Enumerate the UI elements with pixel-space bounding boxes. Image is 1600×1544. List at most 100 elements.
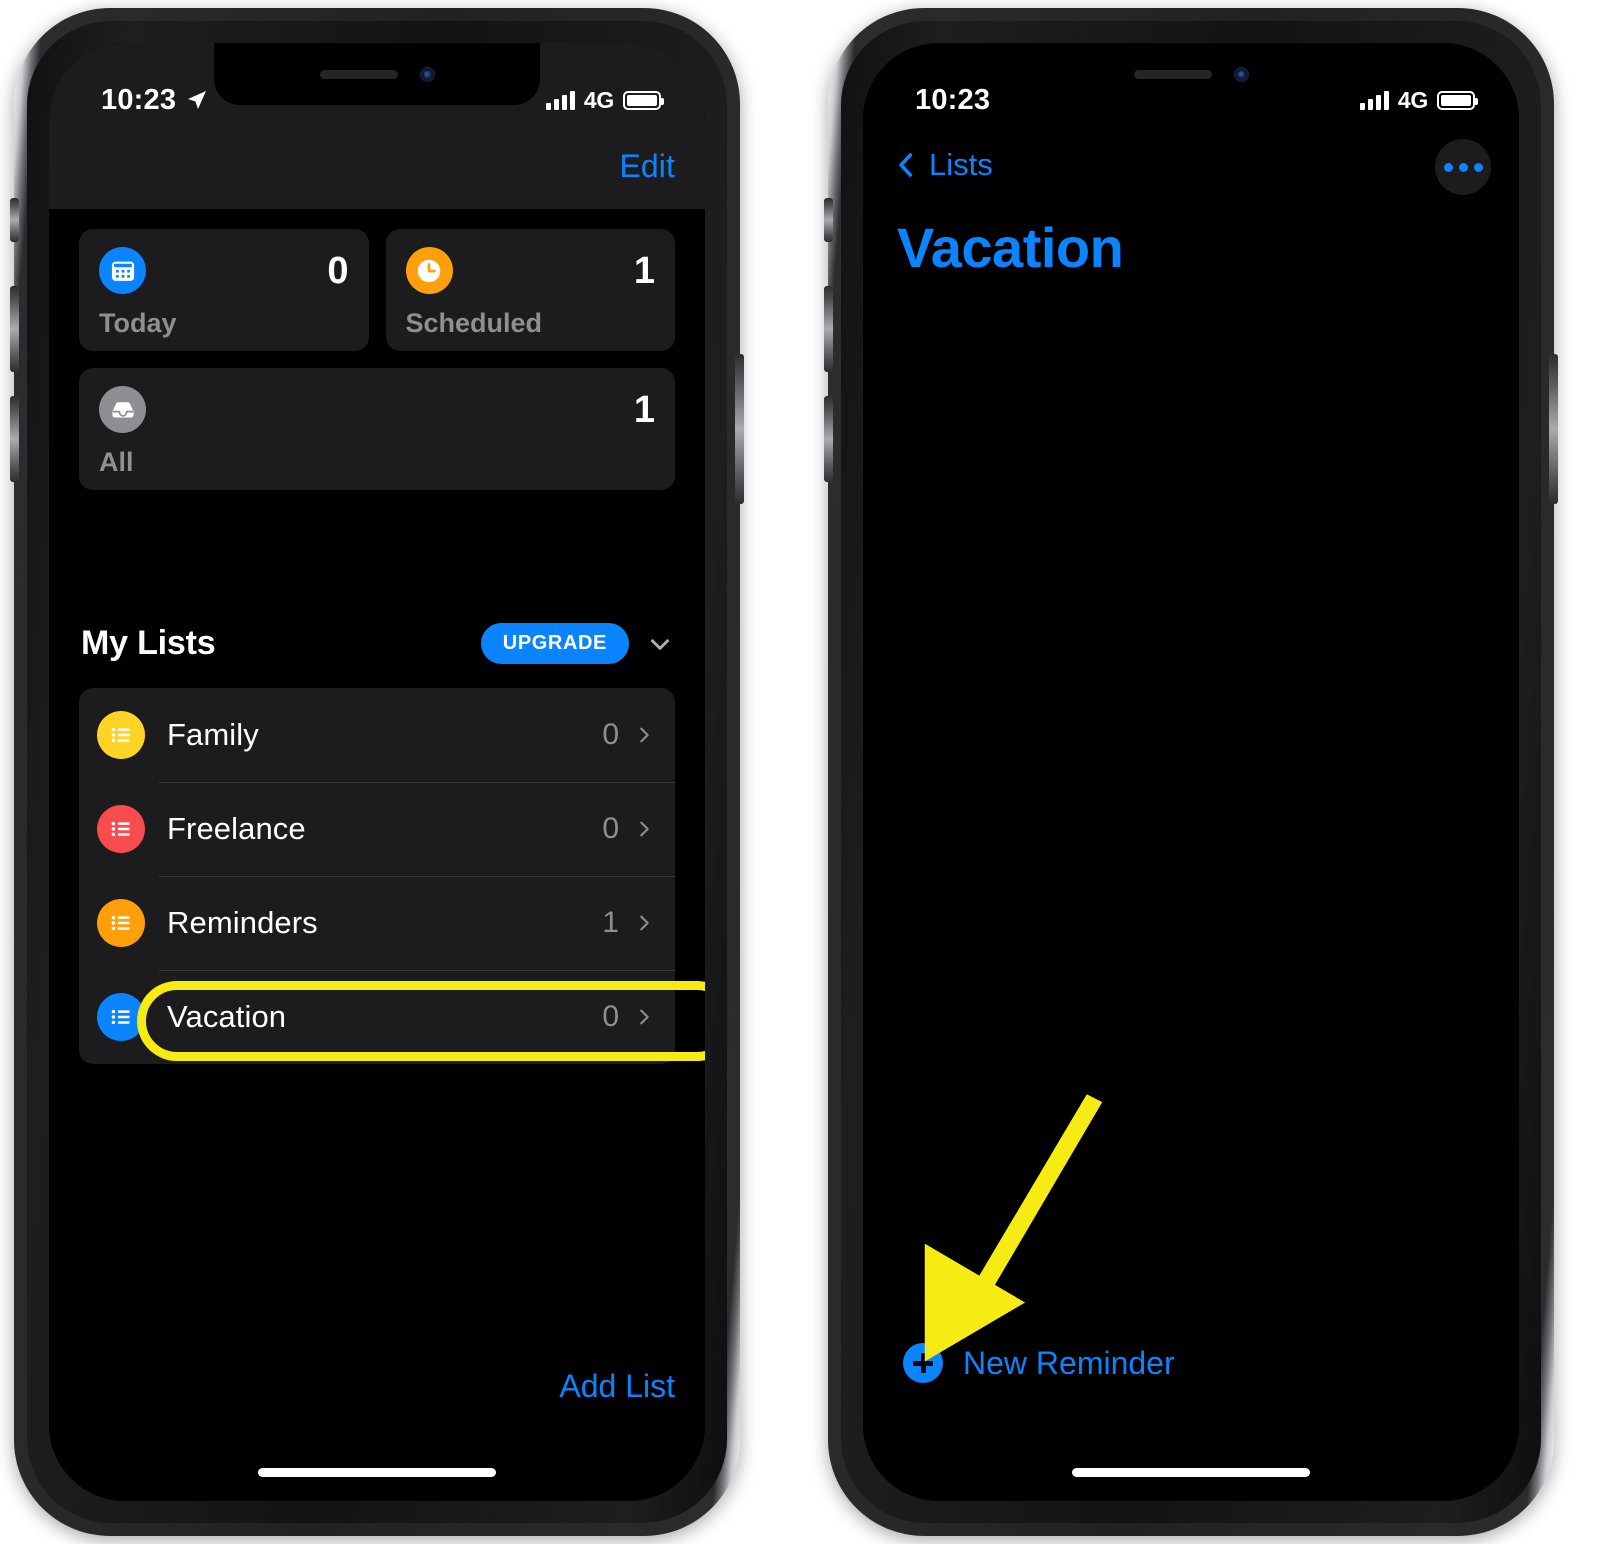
front-camera-icon: [419, 66, 435, 82]
chevron-left-icon: [899, 153, 913, 177]
mute-switch[interactable]: [10, 198, 19, 242]
upgrade-button[interactable]: UPGRADE: [480, 623, 629, 664]
smart-list-card-scheduled[interactable]: 1 Scheduled: [385, 229, 675, 351]
card-top-today: 0: [99, 247, 349, 294]
list-meta-family: 0: [602, 718, 675, 752]
home-indicator[interactable]: [258, 1468, 496, 1477]
list-count-reminders: 1: [602, 906, 619, 939]
screenshot-stage: 10:23 4G Edit 0 Today 1 Scheduled 1 All …: [0, 0, 1600, 1544]
list-bullet-glyph: [111, 1009, 130, 1025]
chevron-down-icon[interactable]: [645, 629, 675, 659]
my-lists-header: My Lists UPGRADE: [81, 623, 675, 664]
new-reminder-button[interactable]: New Reminder: [903, 1343, 1175, 1383]
volume-down-button[interactable]: [10, 396, 19, 482]
front-camera-icon: [1233, 66, 1249, 82]
smart-lists-row-1: 0 Today 1 Scheduled: [79, 229, 675, 351]
smart-lists-row-2: 1 All: [79, 368, 675, 490]
list-bullet-icon: [97, 711, 145, 759]
list-meta-vacation: 0: [602, 1000, 675, 1034]
card-label-today: Today: [99, 308, 177, 338]
mute-switch[interactable]: [824, 198, 833, 242]
smart-lists-grid: 0 Today 1 Scheduled 1 All: [79, 229, 675, 507]
ellipsis-dot: [1473, 162, 1483, 172]
my-lists-header-actions: UPGRADE: [480, 623, 675, 664]
chevron-right-icon: [640, 915, 649, 931]
calendar-glyph: [111, 261, 134, 281]
notch: [1028, 43, 1354, 105]
card-count-all: 1: [633, 388, 655, 431]
battery-full-icon: [623, 90, 664, 110]
card-top-all: 1: [99, 386, 655, 433]
edit-button[interactable]: Edit: [619, 148, 675, 185]
status-clock: 10:23: [101, 84, 209, 117]
list-row-reminders[interactable]: Reminders 1: [79, 876, 675, 970]
back-to-lists-button[interactable]: Lists: [891, 147, 993, 183]
more-options-button[interactable]: [1435, 139, 1491, 195]
left-phone-bezel: 10:23 4G Edit 0 Today 1 Scheduled 1 All …: [49, 43, 705, 1501]
my-lists-title: My Lists: [81, 624, 216, 662]
status-indicators: 4G: [1359, 86, 1478, 114]
battery-full-icon: [1437, 90, 1478, 110]
card-count-scheduled: 1: [633, 249, 655, 292]
clock-glyph: [417, 259, 441, 282]
list-row-family[interactable]: Family 0: [79, 688, 675, 782]
card-count-today: 0: [327, 249, 349, 292]
card-top-scheduled: 1: [405, 247, 655, 294]
left-phone-device: 10:23 4G Edit 0 Today 1 Scheduled 1 All …: [10, 8, 744, 1536]
volume-up-button[interactable]: [824, 286, 833, 372]
card-label-scheduled: Scheduled: [405, 308, 543, 338]
status-indicators: 4G: [545, 86, 664, 114]
network-type-label: 4G: [583, 86, 614, 113]
list-bullet-glyph: [111, 727, 130, 743]
list-name-freelance: Freelance: [167, 811, 306, 846]
inbox-glyph: [112, 401, 133, 417]
left-phone-inner-frame: 10:23 4G Edit 0 Today 1 Scheduled 1 All …: [27, 21, 727, 1523]
status-time-text: 10:23: [101, 83, 177, 116]
list-meta-reminders: 1: [602, 906, 675, 940]
list-bullet-glyph: [111, 915, 130, 931]
volume-up-button[interactable]: [10, 286, 19, 372]
cellular-bars-icon: [1359, 90, 1389, 110]
power-button[interactable]: [1549, 354, 1558, 504]
list-bullet-glyph: [111, 821, 130, 837]
list-count-freelance: 0: [602, 812, 619, 845]
page-title: Vacation: [897, 216, 1124, 279]
list-name-vacation: Vacation: [167, 999, 287, 1034]
power-button[interactable]: [735, 354, 744, 504]
network-type-label: 4G: [1397, 86, 1428, 113]
right-phone-inner-frame: 10:23 4G Lists Vacation New Reminder: [841, 21, 1541, 1523]
smart-list-card-today[interactable]: 0 Today: [79, 229, 369, 351]
chevron-right-icon: [640, 727, 649, 743]
new-reminder-label: New Reminder: [963, 1344, 1175, 1381]
right-phone-screen: 10:23 4G Lists Vacation New Reminder: [863, 43, 1519, 1501]
plus-circle-icon: [903, 1343, 943, 1383]
ellipsis-dot: [1443, 162, 1453, 172]
status-time-text: 10:23: [915, 83, 991, 116]
right-phone-bezel: 10:23 4G Lists Vacation New Reminder: [863, 43, 1519, 1501]
card-label-all: All: [99, 447, 134, 477]
chevron-right-icon: [640, 1009, 649, 1025]
notch: [214, 43, 540, 105]
cellular-bars-icon: [545, 90, 575, 110]
list-name-family: Family: [167, 717, 259, 752]
status-clock: 10:23: [915, 84, 990, 117]
left-phone-screen: 10:23 4G Edit 0 Today 1 Scheduled 1 All …: [49, 43, 705, 1501]
smart-list-card-all[interactable]: 1 All: [79, 368, 675, 490]
list-row-freelance[interactable]: Freelance 0: [79, 782, 675, 876]
list-name-reminders: Reminders: [167, 905, 318, 940]
list-bullet-icon: [97, 993, 145, 1041]
location-arrow-icon: [188, 91, 207, 109]
right-phone-device: 10:23 4G Lists Vacation New Reminder: [824, 8, 1558, 1536]
add-list-button[interactable]: Add List: [559, 1368, 675, 1405]
list-count-family: 0: [602, 718, 619, 751]
clock-icon: [405, 247, 453, 294]
back-label: Lists: [929, 147, 993, 182]
my-lists-group: Family 0 Freelance 0 Reminders 1 Vacatio…: [79, 688, 675, 1064]
earpiece-speaker-icon: [319, 69, 398, 79]
calendar-icon: [99, 247, 146, 294]
home-indicator[interactable]: [1072, 1468, 1310, 1477]
list-row-vacation[interactable]: Vacation 0: [79, 970, 675, 1064]
chevron-right-icon: [640, 821, 649, 837]
ellipsis-dot: [1458, 162, 1468, 172]
volume-down-button[interactable]: [824, 396, 833, 482]
